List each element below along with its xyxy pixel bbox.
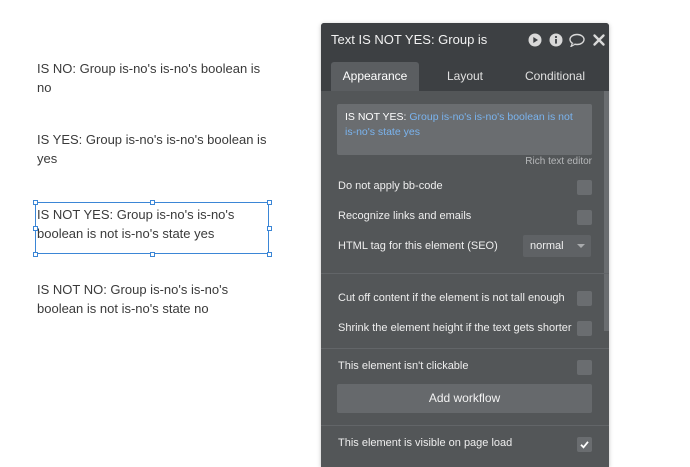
cut-off-checkbox[interactable] xyxy=(577,291,592,306)
html-tag-value: normal xyxy=(530,240,564,252)
shrink-height-checkbox[interactable] xyxy=(577,321,592,336)
comment-icon[interactable] xyxy=(569,33,585,48)
chevron-down-icon xyxy=(577,244,585,248)
divider xyxy=(321,273,609,274)
not-clickable-label: This element isn't clickable xyxy=(338,360,469,372)
resize-handle-bottom-right[interactable] xyxy=(267,252,272,257)
resize-handle-bottom-left[interactable] xyxy=(33,252,38,257)
check-icon xyxy=(580,441,589,449)
close-icon[interactable] xyxy=(592,33,606,47)
tab-appearance[interactable]: Appearance xyxy=(331,62,419,91)
add-workflow-button[interactable]: Add workflow xyxy=(337,384,592,413)
text-element-is-no[interactable]: IS NO: Group is-no's is-no's boolean is … xyxy=(37,59,269,97)
text-content-prefix: IS NOT YES: xyxy=(345,111,410,123)
text-element-is-yes[interactable]: IS YES: Group is-no's is-no's boolean is… xyxy=(37,130,269,168)
resize-handle-top-right[interactable] xyxy=(267,200,272,205)
tab-conditional[interactable]: Conditional xyxy=(511,62,599,91)
resize-handle-right[interactable] xyxy=(267,226,272,231)
selection-box xyxy=(35,202,269,254)
panel-tabs: Appearance Layout Conditional xyxy=(321,57,609,91)
resize-handle-bottom[interactable] xyxy=(150,252,155,257)
panel-scrollbar[interactable] xyxy=(604,91,609,331)
recognize-links-label: Recognize links and emails xyxy=(338,210,472,222)
divider xyxy=(321,425,609,426)
shrink-height-label: Shrink the element height if the text ge… xyxy=(338,322,572,334)
tab-layout[interactable]: Layout xyxy=(425,62,505,91)
property-editor-panel: Text IS NOT YES: Group is Appearance Lay… xyxy=(321,23,609,467)
html-tag-select[interactable]: normal xyxy=(523,235,591,257)
resize-handle-left[interactable] xyxy=(33,226,38,231)
no-bbcode-checkbox[interactable] xyxy=(577,180,592,195)
recognize-links-checkbox[interactable] xyxy=(577,210,592,225)
html-tag-label: HTML tag for this element (SEO) xyxy=(338,240,498,252)
text-element-is-not-no[interactable]: IS NOT NO: Group is-no's is-no's boolean… xyxy=(37,280,269,318)
play-icon[interactable] xyxy=(528,33,542,47)
resize-handle-top-left[interactable] xyxy=(33,200,38,205)
panel-header[interactable]: Text IS NOT YES: Group is xyxy=(321,23,609,57)
panel-title: Text IS NOT YES: Group is xyxy=(331,32,488,47)
no-bbcode-label: Do not apply bb-code xyxy=(338,180,443,192)
visible-on-load-checkbox[interactable] xyxy=(577,437,592,452)
resize-handle-top[interactable] xyxy=(150,200,155,205)
cut-off-label: Cut off content if the element is not ta… xyxy=(338,292,565,304)
info-icon[interactable] xyxy=(549,33,563,47)
not-clickable-checkbox[interactable] xyxy=(577,360,592,375)
text-content-editor[interactable]: IS NOT YES: Group is-no's is-no's boolea… xyxy=(337,104,592,155)
visible-on-load-label: This element is visible on page load xyxy=(338,437,513,449)
rich-text-editor-link[interactable]: Rich text editor xyxy=(525,156,592,167)
divider xyxy=(321,348,609,349)
